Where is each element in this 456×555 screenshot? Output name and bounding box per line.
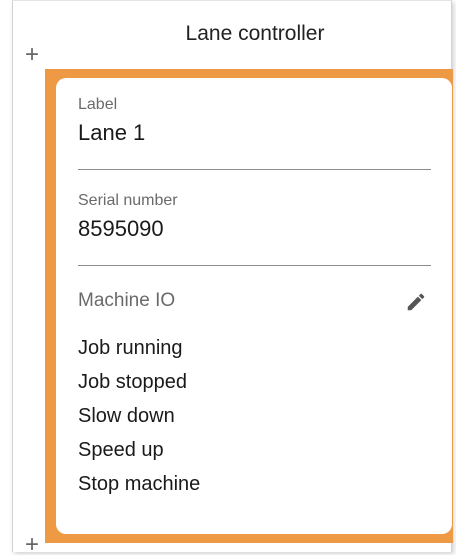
lane-controller-canvas: Lane controller + + Label Lane 1 Serial … — [0, 0, 456, 555]
machine-io-header: Machine IO — [78, 290, 431, 316]
serial-number-field[interactable]: Serial number 8595090 — [78, 192, 431, 267]
component-title: Lane controller — [185, 22, 325, 45]
io-item-speed-up[interactable]: Speed up — [78, 438, 200, 472]
machine-io-title: Machine IO — [78, 290, 176, 311]
add-bottom-icon[interactable]: + — [22, 533, 42, 555]
io-item-stop-machine[interactable]: Stop machine — [78, 472, 200, 506]
add-top-icon[interactable]: + — [22, 43, 42, 67]
machine-io-list: Job running Job stopped Slow down Speed … — [78, 336, 200, 506]
io-item-slow-down[interactable]: Slow down — [78, 404, 200, 438]
label-field-caption: Label — [78, 96, 118, 113]
label-field-underline — [78, 169, 431, 170]
io-item-job-running[interactable]: Job running — [78, 336, 200, 370]
io-item-job-stopped[interactable]: Job stopped — [78, 370, 200, 404]
pencil-icon[interactable] — [405, 291, 427, 313]
label-field[interactable]: Label Lane 1 — [78, 96, 431, 171]
label-field-value[interactable]: Lane 1 — [78, 120, 431, 146]
lane-controller-card[interactable]: Label Lane 1 Serial number 8595090 Machi… — [56, 78, 452, 534]
serial-number-underline — [78, 265, 431, 266]
serial-number-value[interactable]: 8595090 — [78, 216, 431, 242]
serial-number-caption: Serial number — [78, 192, 178, 209]
